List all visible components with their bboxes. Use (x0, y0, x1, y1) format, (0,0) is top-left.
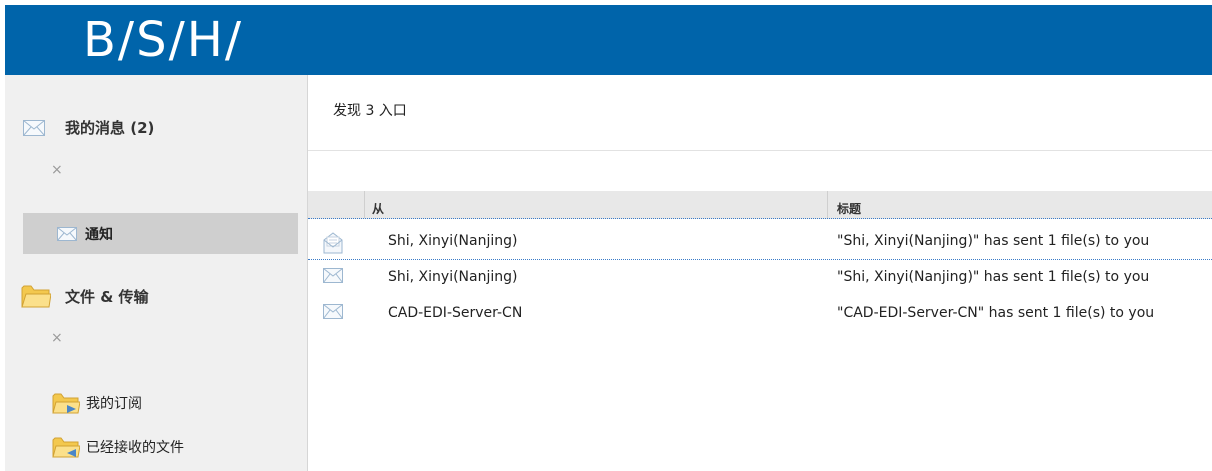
open-envelope-icon (323, 232, 343, 258)
message-title: "Shi, Xinyi(Nanjing)" has sent 1 file(s)… (837, 269, 1150, 285)
sidebar-section-files-label: 文件 & 传输 (65, 287, 149, 306)
divider (308, 150, 1212, 151)
main-content: 发现 3 入口 从 标题 Shi, Xinyi(Nanjing) "Shi, X… (308, 75, 1212, 471)
column-separator (827, 191, 828, 218)
message-title: "Shi, Xinyi(Nanjing)" has sent 1 file(s)… (837, 233, 1150, 249)
table-row[interactable]: CAD-EDI-Server-CN "CAD-EDI-Server-CN" ha… (308, 296, 1212, 331)
table-row[interactable]: Shi, Xinyi(Nanjing) "Shi, Xinyi(Nanjing)… (308, 260, 1212, 295)
close-icon[interactable]: × (51, 162, 63, 178)
sidebar-section-messages-label: 我的消息 (2) (65, 119, 155, 137)
message-from: Shi, Xinyi(Nanjing) (388, 233, 518, 249)
sidebar-item-my-subscriptions[interactable]: 我的订阅 (52, 392, 142, 414)
message-title: "CAD-EDI-Server-CN" has sent 1 file(s) t… (837, 305, 1155, 321)
column-separator (364, 191, 365, 218)
table-row[interactable]: Shi, Xinyi(Nanjing) "Shi, Xinyi(Nanjing)… (308, 224, 1212, 260)
message-from: CAD-EDI-Server-CN (388, 305, 523, 321)
sidebar-item-label: 已经接收的文件 (86, 440, 184, 456)
sidebar-section-files[interactable]: 文件 & 传输 (21, 283, 149, 309)
column-header-from[interactable]: 从 (372, 200, 384, 217)
bsh-logo[interactable]: B/S/H/ (83, 9, 243, 71)
close-icon[interactable]: × (51, 330, 63, 346)
folder-subscription-icon (52, 392, 81, 414)
envelope-icon (57, 226, 77, 241)
column-header-title[interactable]: 标题 (837, 200, 861, 217)
envelope-icon (323, 268, 343, 287)
sidebar-item-label: 我的订阅 (86, 396, 142, 412)
app-header: B/S/H/ (5, 5, 1212, 75)
table-header: 从 标题 (308, 191, 1212, 219)
sidebar-item-label: 通知 (85, 226, 113, 243)
sidebar-section-messages[interactable]: 我的消息 (2) (23, 117, 154, 138)
folder-received-icon (52, 436, 81, 458)
sidebar-item-received-files[interactable]: 已经接收的文件 (52, 436, 184, 458)
sidebar: 我的消息 (2) × 通知 文件 & 传输 × 我的订阅 已经接收的文件 (5, 75, 308, 471)
sidebar-item-notification[interactable]: 通知 (23, 213, 298, 254)
result-count: 发现 3 入口 (333, 103, 407, 119)
folder-icon (21, 283, 52, 309)
envelope-icon (23, 119, 45, 136)
envelope-icon (323, 304, 343, 323)
message-from: Shi, Xinyi(Nanjing) (388, 269, 518, 285)
